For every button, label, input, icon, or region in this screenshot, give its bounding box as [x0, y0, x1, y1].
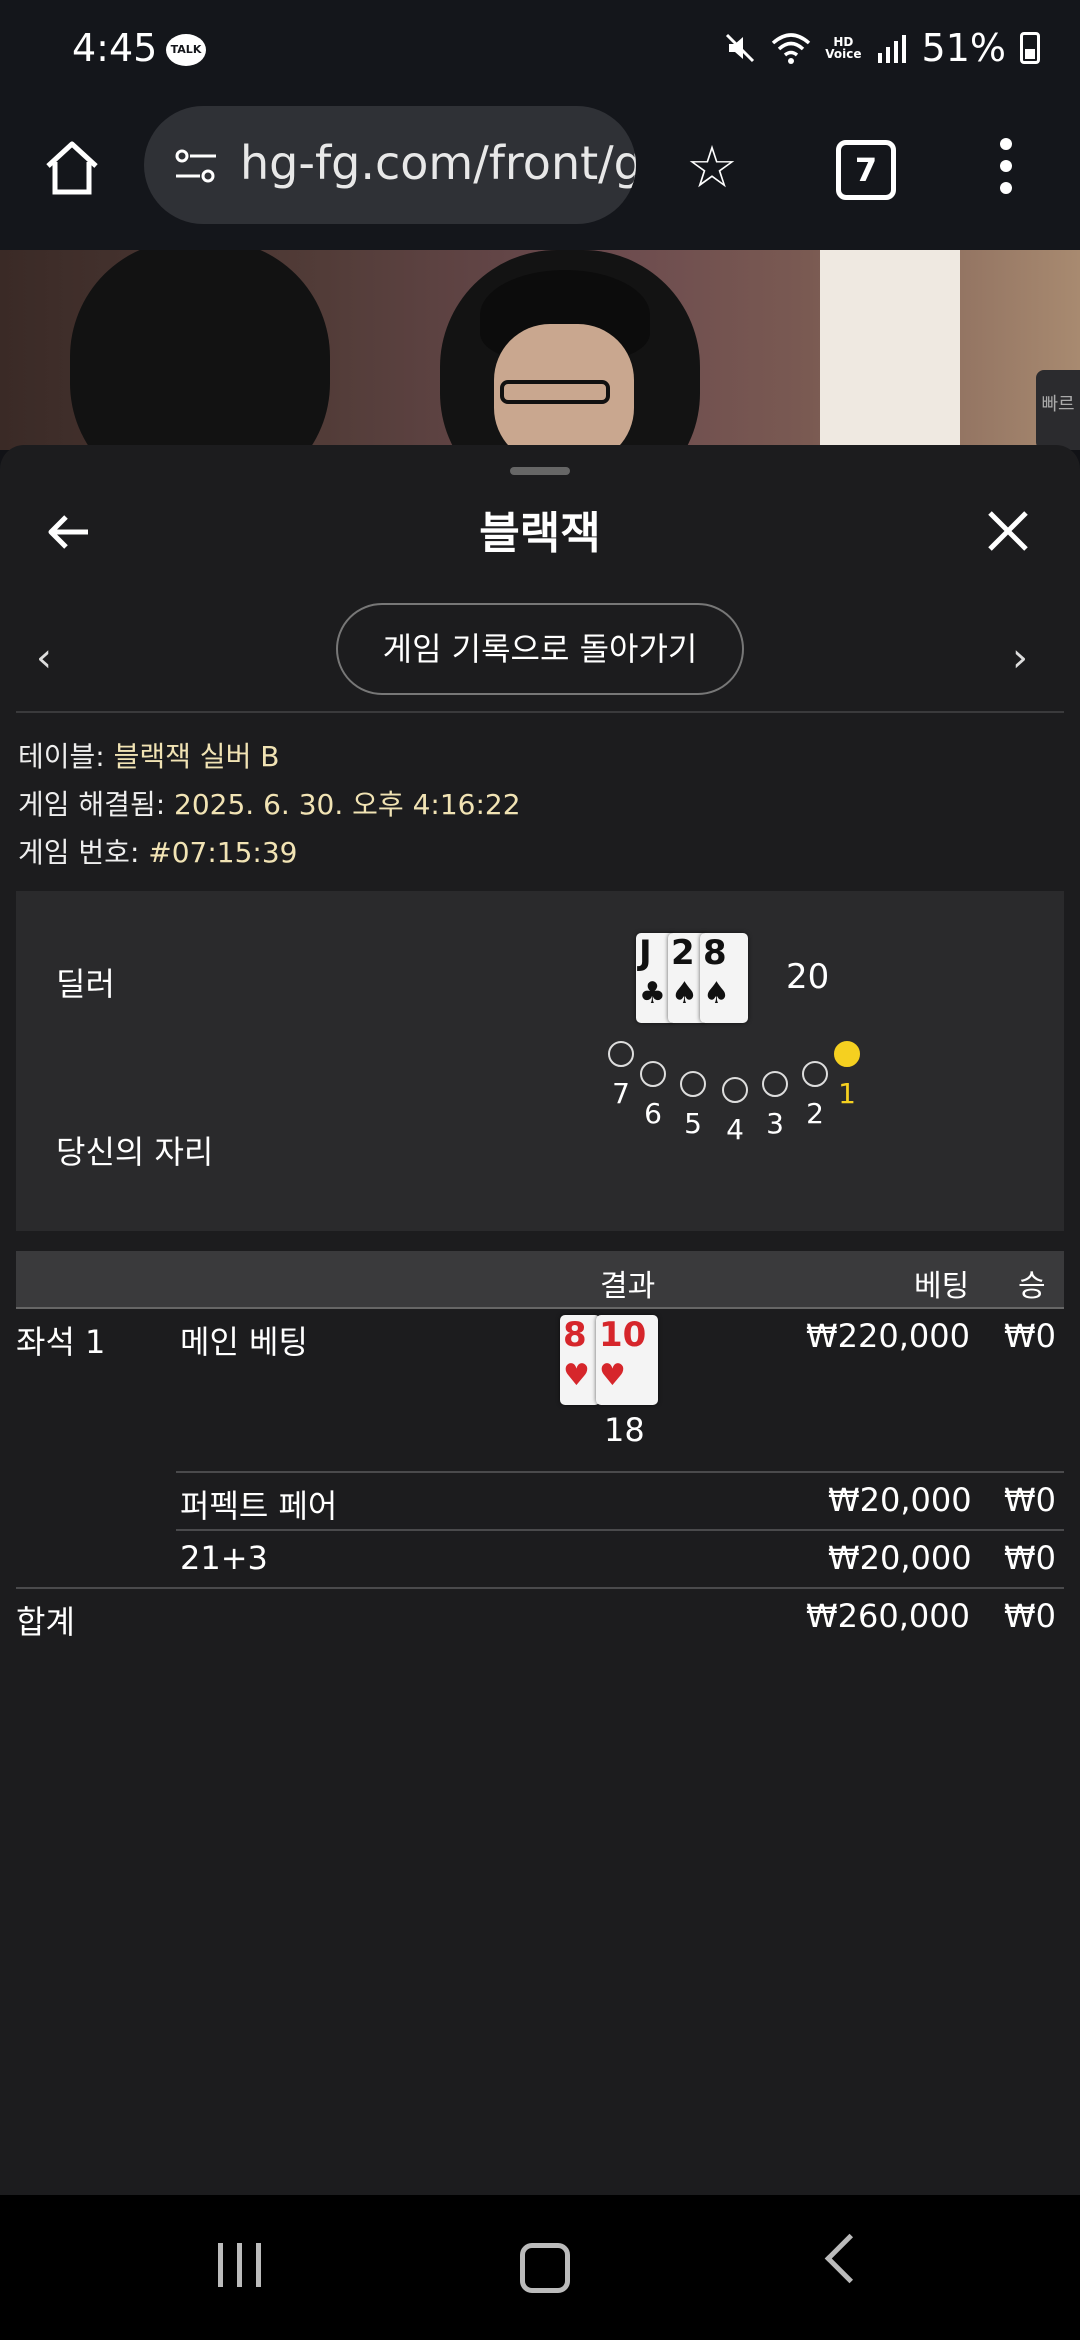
game-number-value: #07:15:39 [148, 836, 298, 869]
total-bet: ₩260,000 [806, 1597, 970, 1635]
bookmark-star-icon[interactable]: ☆ [686, 138, 738, 196]
resolved-value: 2025. 6. 30. 오후 4:16:22 [174, 788, 521, 821]
dealer-card: 8 ♠ [700, 933, 748, 1023]
card-rank: 10 [599, 1315, 647, 1355]
page-title: 블랙잭 [479, 508, 601, 559]
win-amount: ₩0 [1004, 1317, 1056, 1355]
seat-6-marker [640, 1061, 666, 1087]
total-label: 합계 [16, 1603, 75, 1641]
dealer-seat-summary: 딜러 J ♣ 2 ♠ 8 ♠ 20 당신의 자리 7 6 5 4 3 2 1 [16, 891, 1064, 1231]
back-nav-icon[interactable] [824, 2233, 875, 2284]
bet-type: 21+3 [180, 1539, 268, 1577]
resolved-label: 게임 해결됨: [18, 788, 175, 821]
seat-6-number: 6 [644, 1097, 662, 1130]
divider [16, 711, 1064, 713]
url-text[interactable]: hg-fg.com/front/g [240, 136, 636, 190]
seat-2-number: 2 [806, 1097, 824, 1130]
header-bet: 베팅 [914, 1269, 970, 1304]
game-number-info: 게임 번호: #07:15:39 [18, 831, 298, 871]
back-to-history-button[interactable]: 게임 기록으로 돌아가기 [336, 603, 744, 695]
card-suit: ♥ [563, 1358, 590, 1393]
card-rank: 8 [563, 1315, 587, 1355]
quick-side-tab[interactable]: 빠르 [1036, 370, 1080, 450]
background-lamp [820, 250, 960, 450]
card-suit: ♠ [671, 976, 698, 1011]
url-bar[interactable]: hg-fg.com/front/g [144, 106, 636, 224]
seat-3-number: 3 [766, 1107, 784, 1140]
row-divider [176, 1471, 1064, 1473]
seat-3-marker [762, 1071, 788, 1097]
card-rank: J [639, 933, 652, 973]
seat-label: 좌석 1 [16, 1323, 106, 1361]
recent-apps-icon[interactable] [218, 2243, 275, 2291]
home-nav-icon[interactable] [520, 2243, 570, 2293]
system-nav-bar [0, 2195, 1080, 2340]
player-card: 8 ♥ [560, 1315, 600, 1405]
bet-type: 퍼펙트 페어 [180, 1487, 338, 1525]
row-divider [176, 1529, 1064, 1531]
status-icons: HD Voice 51% [723, 26, 1040, 70]
seat-7-number: 7 [612, 1077, 630, 1110]
signal-icon [877, 35, 906, 63]
dealer-label: 딜러 [56, 965, 115, 1003]
status-time: 4:45 [72, 26, 158, 70]
resolved-info: 게임 해결됨: 2025. 6. 30. 오후 4:16:22 [18, 783, 521, 823]
card-rank: 2 [671, 933, 695, 973]
live-video-stream[interactable] [0, 250, 1080, 450]
card-suit: ♠ [703, 976, 730, 1011]
header-win: 승 [1018, 1269, 1046, 1304]
kakaotalk-icon: TALK [166, 34, 206, 66]
battery-percent: 51% [921, 26, 1006, 70]
total-win: ₩0 [1004, 1597, 1056, 1635]
dealer-person-left [70, 250, 330, 450]
seat-4-number: 4 [726, 1113, 744, 1146]
table-label: 테이블: [18, 740, 114, 773]
card-suit: ♣ [639, 976, 666, 1011]
seat-7-marker [608, 1041, 634, 1067]
seat-2-marker [802, 1061, 828, 1087]
card-rank: 8 [703, 933, 727, 973]
prev-game-chevron-icon[interactable]: ‹ [36, 635, 52, 681]
card-suit: ♥ [599, 1358, 626, 1393]
close-icon[interactable] [986, 509, 1030, 553]
seat-1-number: 1 [838, 1077, 856, 1110]
bet-type: 메인 베팅 [180, 1323, 308, 1361]
game-number-label: 게임 번호: [18, 836, 149, 869]
next-game-chevron-icon[interactable]: › [1012, 635, 1028, 681]
browser-toolbar: hg-fg.com/front/g ☆ 7 [0, 100, 1080, 250]
win-amount: ₩0 [1004, 1481, 1056, 1519]
bet-amount: ₩20,000 [828, 1539, 972, 1577]
mute-icon [726, 33, 755, 63]
more-menu-icon[interactable] [998, 138, 1014, 204]
player-hand-total: 18 [604, 1411, 645, 1449]
header-result: 결과 [600, 1269, 656, 1304]
dealer-glasses [500, 380, 610, 404]
row-divider [16, 1587, 1064, 1589]
seat-5-number: 5 [684, 1107, 702, 1140]
home-icon[interactable] [40, 136, 104, 200]
results-table-header: 결과 베팅 승 [16, 1251, 1064, 1309]
bet-amount: ₩220,000 [806, 1317, 970, 1355]
table-value: 블랙잭 실버 B [113, 740, 280, 773]
your-seat-label: 당신의 자리 [56, 1133, 214, 1171]
game-history-panel: 블랙잭 ‹ 게임 기록으로 돌아가기 › 테이블: 블랙잭 실버 B 게임 해결… [0, 445, 1080, 2195]
seat-5-marker [680, 1071, 706, 1097]
wifi-icon [772, 33, 811, 64]
site-settings-icon[interactable] [172, 146, 220, 186]
status-bar: 4:45 TALK HD Voice 51% [0, 0, 1080, 100]
dealer-total: 20 [786, 957, 830, 997]
table-info: 테이블: 블랙잭 실버 B [18, 735, 279, 775]
seat-4-marker [722, 1077, 748, 1103]
win-amount: ₩0 [1004, 1539, 1056, 1577]
seat-1-marker-active [834, 1041, 860, 1067]
tab-count-button[interactable]: 7 [836, 140, 896, 200]
hd-voice-icon: HD Voice [825, 36, 861, 60]
player-card: 10 ♥ [596, 1315, 658, 1405]
battery-icon [1020, 32, 1040, 64]
drag-handle[interactable] [510, 467, 570, 475]
voice-label: Voice [825, 47, 862, 61]
bet-amount: ₩20,000 [828, 1481, 972, 1519]
